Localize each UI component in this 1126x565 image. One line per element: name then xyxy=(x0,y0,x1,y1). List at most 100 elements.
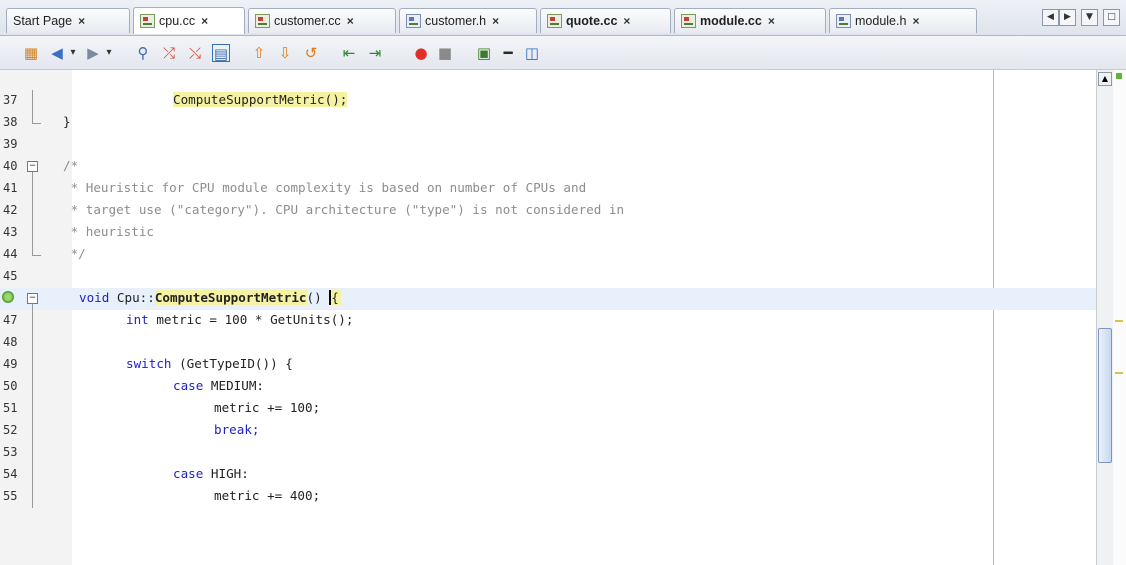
code-line[interactable]: 45 xyxy=(0,266,1096,288)
cc-file-icon xyxy=(681,14,696,28)
occurrence-mark[interactable] xyxy=(1115,372,1123,374)
line-number: 43 xyxy=(3,225,18,239)
code-line[interactable]: 52 break; xyxy=(0,420,1096,442)
code-line[interactable]: 54 case HIGH: xyxy=(0,464,1096,486)
previous-bookmark-icon[interactable]: ⇧ xyxy=(250,44,268,62)
tab-customer-h[interactable]: customer.h × xyxy=(399,8,537,33)
code-text: case MEDIUM: xyxy=(173,378,265,393)
close-icon[interactable]: × xyxy=(78,14,85,28)
line-number: 55 xyxy=(3,489,18,503)
code-line[interactable]: 41 * Heuristic for CPU module complexity… xyxy=(0,178,1096,200)
code-text: /* xyxy=(63,158,79,173)
no-errors-icon xyxy=(1116,73,1122,79)
line-number: 47 xyxy=(3,313,18,327)
code-line-current[interactable]: 46 − void Cpu::ComputeSupportMetric() { xyxy=(0,288,1096,310)
tab-label: customer.h xyxy=(425,14,487,28)
tab-label: cpu.cc xyxy=(159,14,196,28)
code-line[interactable]: 37 ComputeSupportMetric(); xyxy=(0,90,1096,112)
code-line[interactable]: 40 − /* xyxy=(0,156,1096,178)
code-line[interactable]: 49 switch (GetTypeID()) { xyxy=(0,354,1096,376)
tab-label: quote.cc xyxy=(566,14,618,28)
next-bookmark-icon[interactable]: ⇩ xyxy=(276,44,294,62)
shift-left-icon[interactable]: ⇤ xyxy=(340,44,358,62)
close-icon[interactable]: × xyxy=(492,14,499,28)
toggle-highlight-icon[interactable]: ▤ xyxy=(212,44,230,63)
line-number: 50 xyxy=(3,379,18,393)
code-line[interactable]: 42 * target use ("category"). CPU archit… xyxy=(0,200,1096,222)
vertical-scrollbar[interactable]: ▲ xyxy=(1096,70,1113,565)
editor-tab-bar: Start Page × cpu.cc × customer.cc × cust… xyxy=(0,0,1126,36)
back-icon[interactable]: ◀ xyxy=(48,44,66,62)
code-line[interactable]: 47 int metric = 100 * GetUnits(); xyxy=(0,310,1096,332)
code-text: case HIGH: xyxy=(173,466,249,481)
shift-right-icon[interactable]: ⇥ xyxy=(366,44,384,62)
tab-label: Start Page xyxy=(13,14,73,28)
scroll-tabs-right-icon[interactable]: ▶ xyxy=(1059,9,1076,26)
collapse-fold-icon[interactable]: − xyxy=(27,293,38,304)
tab-start-page[interactable]: Start Page × xyxy=(6,8,130,33)
close-icon[interactable]: × xyxy=(347,14,354,28)
scrollbar-thumb[interactable] xyxy=(1098,328,1112,463)
code-line[interactable]: 43 * heuristic xyxy=(0,222,1096,244)
tab-module-h[interactable]: module.h × xyxy=(829,8,977,33)
tab-cpu-cc[interactable]: cpu.cc × xyxy=(133,7,245,34)
tab-module-cc[interactable]: module.cc × xyxy=(674,8,826,33)
overridden-method-icon[interactable] xyxy=(2,291,14,303)
code-text: * heuristic xyxy=(63,224,154,239)
error-stripe[interactable] xyxy=(1113,70,1126,565)
close-icon[interactable]: × xyxy=(768,14,775,28)
tab-label: customer.cc xyxy=(274,14,341,28)
line-number: 49 xyxy=(3,357,18,371)
close-icon[interactable]: × xyxy=(201,14,208,28)
close-icon[interactable]: × xyxy=(623,14,630,28)
code-text: ComputeSupportMetric(); xyxy=(173,92,348,107)
toggle-bookmark-icon[interactable]: ↺ xyxy=(302,44,320,62)
format-icon[interactable]: ◫ xyxy=(523,44,541,62)
code-line[interactable]: 38 } xyxy=(0,112,1096,134)
tab-customer-cc[interactable]: customer.cc × xyxy=(248,8,396,33)
tab-quote-cc[interactable]: quote.cc × xyxy=(540,8,671,33)
line-number: 54 xyxy=(3,467,18,481)
find-next-icon[interactable]: ⤮ xyxy=(160,44,178,62)
code-text: * target use ("category"). CPU architect… xyxy=(63,202,625,217)
code-line[interactable]: 39 xyxy=(0,134,1096,156)
find-previous-icon[interactable]: ⚲ xyxy=(134,44,152,62)
comment-icon[interactable]: ▣ xyxy=(475,44,493,62)
tab-label: module.h xyxy=(855,14,907,28)
code-line[interactable]: 50 case MEDIUM: xyxy=(0,376,1096,398)
code-text: */ xyxy=(63,246,86,261)
line-number: 53 xyxy=(3,445,18,459)
header-file-icon xyxy=(406,14,421,28)
line-number: 45 xyxy=(3,269,18,283)
code-line[interactable]: 48 xyxy=(0,332,1096,354)
line-number: 40 xyxy=(3,159,18,173)
collapse-fold-icon[interactable]: − xyxy=(27,161,38,172)
code-line[interactable]: 55 metric += 400; xyxy=(0,486,1096,508)
stop-macro-icon[interactable]: ■ xyxy=(436,44,454,62)
forward-icon[interactable]: ▶ xyxy=(84,44,102,62)
last-edit-icon[interactable]: ▦ xyxy=(22,44,40,62)
find-selection-icon[interactable]: ⤯ xyxy=(186,44,204,62)
editor-toolbar: ▦ ◀ ▾ ▶ ▾ ⚲ ⤮ ⤯ ▤ ⇧ ⇩ ↺ ⇤ ⇥ ● ■ ▣ ━ ◫ xyxy=(0,36,1126,70)
back-dropdown-icon[interactable]: ▾ xyxy=(69,44,77,62)
code-editor[interactable]: 37 ComputeSupportMetric(); 38 } 39 40 − … xyxy=(0,70,1126,565)
close-icon[interactable]: × xyxy=(912,14,919,28)
code-text: break; xyxy=(214,422,260,437)
maximize-window-icon[interactable]: □ xyxy=(1103,9,1120,26)
uncomment-icon[interactable]: ━ xyxy=(499,44,517,62)
code-text: switch (GetTypeID()) { xyxy=(126,356,293,371)
code-text: } xyxy=(63,114,71,129)
code-line[interactable]: 44 */ xyxy=(0,244,1096,266)
occurrence-mark[interactable] xyxy=(1115,320,1123,322)
forward-dropdown-icon[interactable]: ▾ xyxy=(105,44,113,62)
scroll-tabs-left-icon[interactable]: ◀ xyxy=(1042,9,1059,26)
code-line[interactable]: 51 metric += 100; xyxy=(0,398,1096,420)
line-number: 38 xyxy=(3,115,18,129)
show-opened-documents-icon[interactable]: ▼ xyxy=(1081,9,1098,26)
code-line[interactable]: 53 xyxy=(0,442,1096,464)
start-macro-icon[interactable]: ● xyxy=(412,44,430,62)
scroll-up-arrow-icon[interactable]: ▲ xyxy=(1098,72,1112,86)
code-text: metric += 400; xyxy=(214,488,321,503)
line-number: 52 xyxy=(3,423,18,437)
cc-file-icon xyxy=(547,14,562,28)
